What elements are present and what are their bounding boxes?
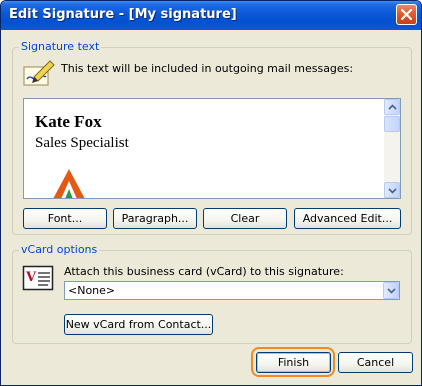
cancel-button[interactable]: Cancel	[338, 352, 413, 373]
scroll-up-button[interactable]	[384, 99, 400, 115]
logo-image	[53, 169, 85, 198]
signature-editor[interactable]: Kate Fox Sales Specialist	[23, 98, 401, 199]
font-button[interactable]: Font...	[23, 208, 107, 229]
chevron-up-icon	[388, 104, 397, 110]
close-button[interactable]	[396, 4, 417, 25]
svg-text:V: V	[25, 270, 37, 285]
vcard-attach-label: Attach this business card (vCard) to thi…	[64, 265, 344, 278]
paragraph-button[interactable]: Paragraph...	[113, 208, 197, 229]
vcard-select[interactable]: <None>	[64, 281, 400, 300]
window-title: Edit Signature - [My signature]	[9, 7, 237, 22]
clear-button[interactable]: Clear	[203, 208, 287, 229]
vcard-select-value: <None>	[68, 284, 116, 297]
title-bar[interactable]: Edit Signature - [My signature]	[1, 1, 421, 30]
signature-description: This text will be included in outgoing m…	[61, 62, 354, 75]
signature-name: Kate Fox	[35, 112, 102, 131]
vcard-options-group-label: vCard options	[19, 243, 100, 256]
signature-pen-icon	[23, 60, 55, 86]
finish-button[interactable]: Finish	[256, 352, 331, 373]
close-icon	[401, 9, 412, 20]
new-vcard-from-contact-button[interactable]: New vCard from Contact...	[64, 314, 213, 335]
vcard-icon: V	[22, 265, 54, 291]
scroll-thumb[interactable]	[384, 116, 400, 132]
signature-text-group-label: Signature text	[19, 40, 102, 53]
signature-job-title: Sales Specialist	[35, 135, 129, 151]
edit-signature-dialog: Edit Signature - [My signature] Signatur…	[0, 0, 422, 386]
chevron-down-icon	[388, 188, 397, 194]
advanced-edit-button[interactable]: Advanced Edit...	[294, 208, 401, 229]
vcard-select-dropdown-button[interactable]	[383, 282, 399, 299]
scroll-down-button[interactable]	[384, 182, 400, 198]
editor-vertical-scrollbar[interactable]	[384, 99, 400, 198]
chevron-down-icon	[387, 288, 396, 294]
